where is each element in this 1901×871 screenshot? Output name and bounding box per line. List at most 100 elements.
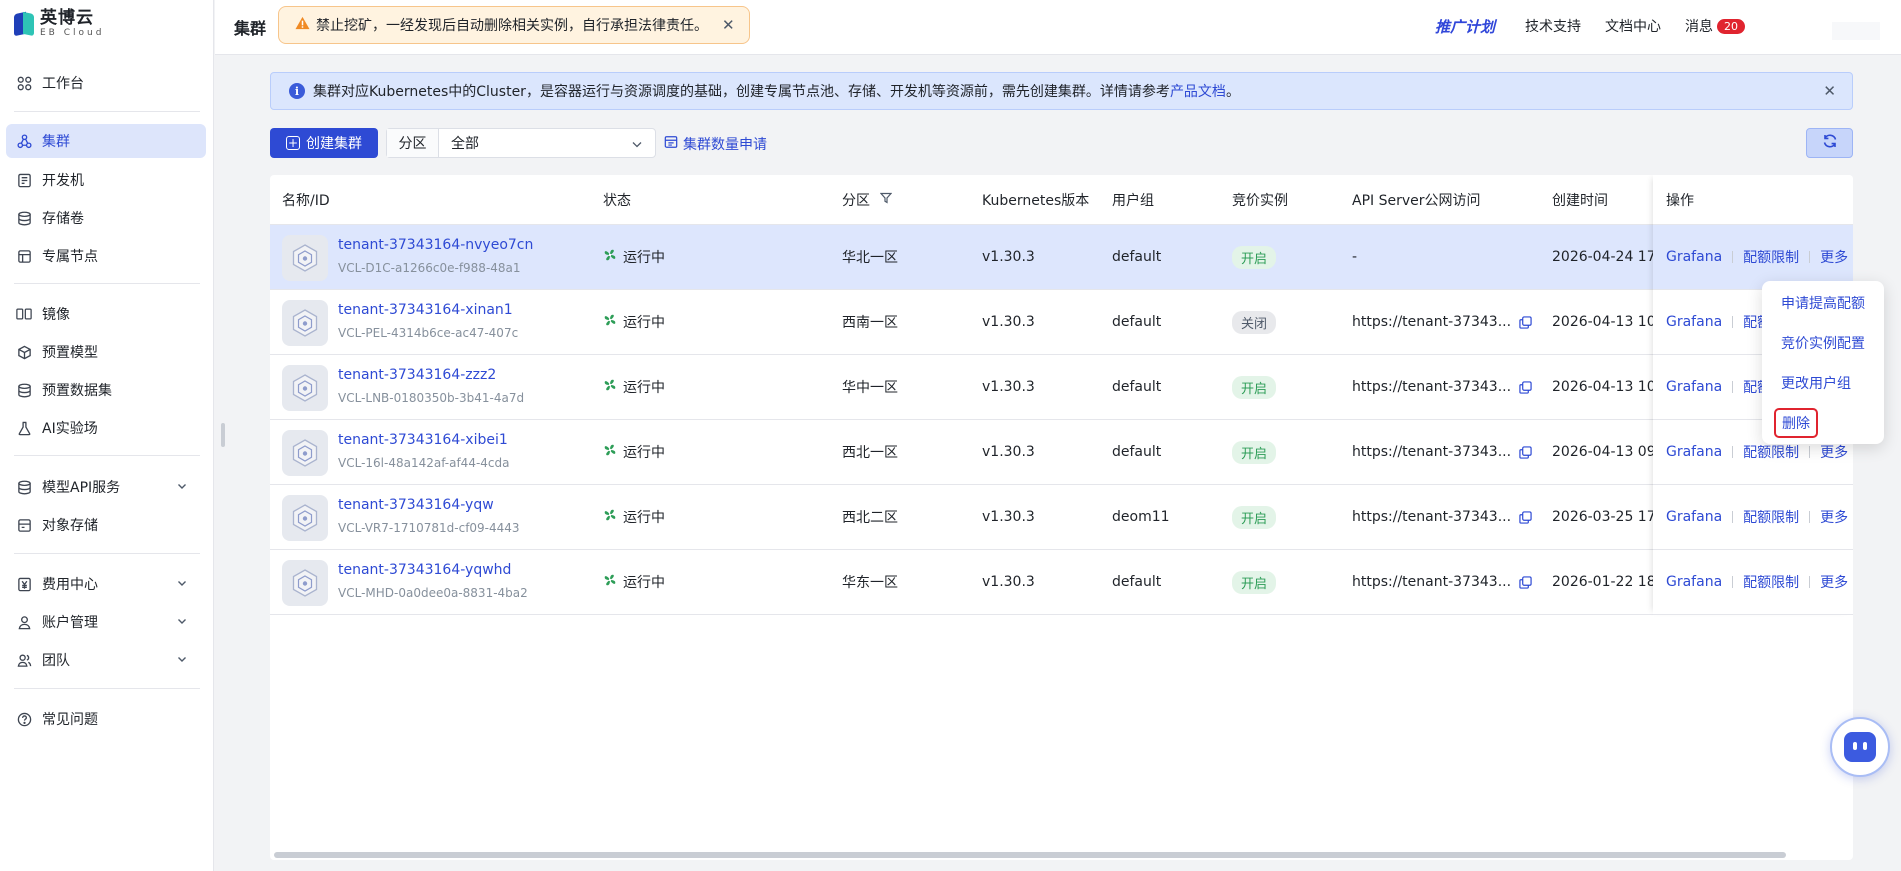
more-link[interactable]: 更多	[1820, 572, 1848, 592]
chevron-down-icon	[176, 480, 188, 492]
quota-limit-link[interactable]: 配额限制	[1743, 572, 1799, 592]
chevron-down-icon	[176, 653, 188, 665]
spot-cell: 开启	[1232, 355, 1277, 419]
status-text: 运行中	[623, 250, 665, 266]
spot-status-badge: 开启	[1232, 505, 1277, 529]
sidebar-item-cluster[interactable]: 集群	[6, 124, 206, 158]
running-icon	[603, 378, 617, 396]
image-icon	[16, 306, 32, 322]
table-row[interactable]: tenant-37343164-xinan1 VCL-PEL-4314b6ce-a…	[270, 290, 1853, 355]
quota-limit-link[interactable]: 配额限制	[1743, 247, 1799, 267]
table-row[interactable]: tenant-37343164-yqwhd VCL-MHD-0a0dee0a-88…	[270, 550, 1853, 615]
col-header-created: 创建时间	[1552, 192, 1608, 209]
sidebar-item-workbench[interactable]: 工作台	[0, 66, 214, 100]
copy-icon[interactable]	[1519, 510, 1532, 524]
user-avatar-placeholder[interactable]	[1832, 22, 1880, 40]
refresh-button[interactable]	[1806, 128, 1853, 158]
copy-icon[interactable]	[1519, 575, 1532, 589]
sidebar-item-model-api[interactable]: 模型API服务	[0, 470, 214, 504]
table-row[interactable]: tenant-37343164-zzz2 VCL-LNB-0180350b-3b4…	[270, 355, 1853, 420]
warning-icon	[295, 16, 310, 34]
created-time-cell: 2026-03-25 17:	[1552, 509, 1661, 525]
cluster-name-link[interactable]: tenant-37343164-zzz2	[338, 367, 496, 383]
info-text: 集群对应Kubernetes中的Cluster，是容器运行与资源调度的基础，创建…	[313, 84, 1170, 100]
yen-icon	[16, 576, 32, 592]
messages-link[interactable]: 消息 20	[1685, 16, 1745, 36]
promo-link[interactable]: 推广计划	[1435, 16, 1495, 37]
table-row[interactable]: tenant-37343164-xibei1 VCL-16l-48a142af-a…	[270, 420, 1853, 485]
quota-limit-link[interactable]: 配额限制	[1743, 442, 1799, 462]
sidebar-collapse-handle[interactable]	[221, 423, 225, 447]
cluster-name-link[interactable]: tenant-37343164-nvyeo7cn	[338, 237, 533, 253]
sidebar-item-preset-models[interactable]: 预置模型	[0, 335, 214, 369]
sidebar-item-account[interactable]: 账户管理	[0, 605, 214, 639]
grafana-link[interactable]: Grafana	[1666, 574, 1722, 590]
support-link[interactable]: 技术支持	[1525, 16, 1581, 36]
sidebar-item-label: 模型API服务	[42, 480, 121, 496]
logo[interactable]: 英博云 EB Cloud	[14, 10, 104, 38]
running-icon	[603, 443, 617, 461]
grafana-link[interactable]: Grafana	[1666, 249, 1722, 265]
cluster-name-link[interactable]: tenant-37343164-xinan1	[338, 302, 513, 318]
create-cluster-button[interactable]: + 创建集群	[270, 128, 378, 158]
product-docs-link[interactable]: 产品文档	[1170, 81, 1226, 101]
filter-icon[interactable]	[879, 192, 893, 208]
grafana-link[interactable]: Grafana	[1666, 509, 1722, 525]
k8s-version-cell: v1.30.3	[982, 249, 1035, 265]
database-icon	[16, 479, 32, 495]
close-icon[interactable]: ✕	[722, 16, 735, 34]
api-server-cell: https://tenant-37343...	[1352, 420, 1532, 484]
more-link[interactable]: 更多	[1820, 247, 1848, 267]
sidebar-item-label: 开发机	[42, 173, 84, 189]
spot-status-badge: 开启	[1232, 375, 1277, 399]
k8s-version-cell: v1.30.3	[982, 444, 1035, 460]
menu-item-spot-config[interactable]: 竞价实例配置	[1781, 333, 1865, 353]
cluster-quota-link[interactable]: 集群数量申请	[664, 134, 767, 154]
spot-status-badge: 开启	[1232, 570, 1277, 594]
region-cell: 西南一区	[842, 315, 898, 331]
grafana-link[interactable]: Grafana	[1666, 444, 1722, 460]
quota-limit-link[interactable]: 配额限制	[1743, 507, 1799, 527]
sidebar-item-devmachine[interactable]: 开发机	[0, 163, 214, 197]
region-cell: 华北一区	[842, 250, 898, 266]
api-server-url: -	[1352, 249, 1358, 265]
copy-icon[interactable]	[1519, 380, 1532, 394]
menu-item-raise-quota[interactable]: 申请提高配额	[1781, 293, 1865, 313]
region-cell: 西北一区	[842, 445, 898, 461]
more-link[interactable]: 更多	[1820, 507, 1848, 527]
created-time-cell: 2026-04-24 17:	[1552, 249, 1661, 265]
region-select[interactable]: 分区 全部	[386, 128, 656, 158]
api-server-url: https://tenant-37343...	[1352, 379, 1512, 395]
sidebar-item-ai-lab[interactable]: AI实验场	[0, 411, 214, 445]
table-row[interactable]: tenant-37343164-yqw VCL-VR7-1710781d-cf09…	[270, 485, 1853, 550]
sidebar-item-volumes[interactable]: 存储卷	[0, 201, 214, 235]
running-icon	[603, 573, 617, 591]
cluster-name-link[interactable]: tenant-37343164-yqw	[338, 497, 494, 513]
grafana-link[interactable]: Grafana	[1666, 314, 1722, 330]
sidebar-item-label: 常见问题	[42, 712, 98, 728]
assistant-button[interactable]	[1830, 717, 1890, 777]
close-icon[interactable]: ✕	[1823, 82, 1836, 100]
sidebar-item-faq[interactable]: 常见问题	[0, 702, 214, 736]
created-time-cell: 2026-01-22 18:	[1552, 574, 1661, 590]
sidebar-item-object-storage[interactable]: 对象存储	[0, 508, 214, 542]
sidebar-item-preset-datasets[interactable]: 预置数据集	[0, 373, 214, 407]
grafana-link[interactable]: Grafana	[1666, 379, 1722, 395]
divider	[14, 455, 200, 456]
cluster-name-link[interactable]: tenant-37343164-yqwhd	[338, 562, 511, 578]
copy-icon[interactable]	[1519, 315, 1532, 329]
menu-item-change-group[interactable]: 更改用户组	[1781, 373, 1851, 393]
sidebar-item-dedicated-nodes[interactable]: 专属节点	[0, 239, 214, 273]
spot-status-badge: 开启	[1232, 245, 1277, 269]
docs-link[interactable]: 文档中心	[1605, 16, 1661, 36]
sidebar-item-team[interactable]: 团队	[0, 643, 214, 677]
horizontal-scrollbar[interactable]	[274, 852, 1786, 858]
table-row[interactable]: tenant-37343164-nvyeo7cn VCL-D1C-a1266c0e…	[270, 225, 1853, 290]
api-server-cell: https://tenant-37343...	[1352, 355, 1532, 419]
sidebar-item-images[interactable]: 镜像	[0, 297, 214, 331]
sidebar-item-billing[interactable]: 费用中心	[0, 567, 214, 601]
cluster-name-link[interactable]: tenant-37343164-xibei1	[338, 432, 508, 448]
menu-item-delete[interactable]: 删除	[1774, 408, 1818, 438]
more-link[interactable]: 更多	[1820, 442, 1848, 462]
copy-icon[interactable]	[1519, 445, 1532, 459]
